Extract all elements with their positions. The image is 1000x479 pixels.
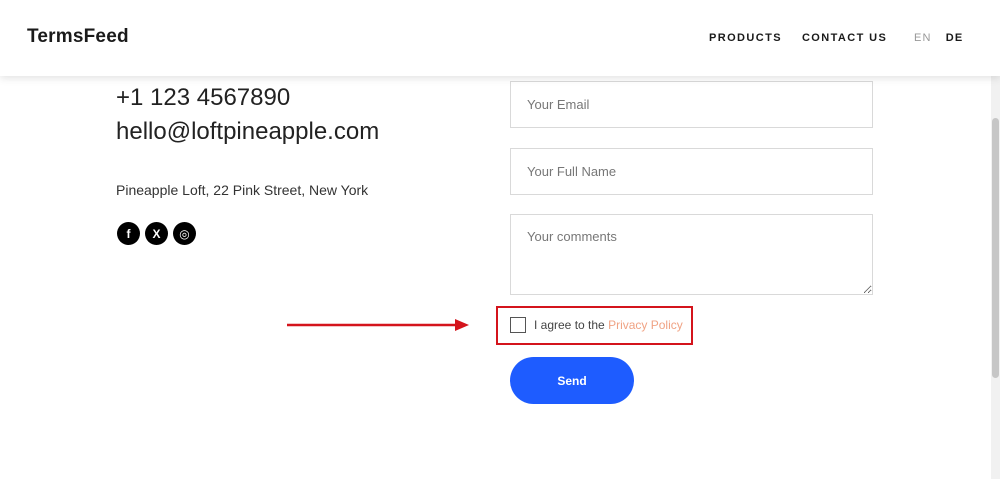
contact-phone: +1 123 4567890 [116,84,291,111]
privacy-policy-link[interactable]: Privacy Policy [608,318,683,332]
scrollbar-thumb[interactable] [992,118,999,378]
facebook-icon[interactable]: f [117,222,140,245]
full-name-input[interactable] [510,148,873,195]
lang-de[interactable]: DE [946,32,964,44]
x-icon[interactable]: X [145,222,168,245]
logo[interactable]: TermsFeed [27,26,129,48]
site-header: TermsFeed PRODUCTS CONTACT US EN DE [0,0,1000,76]
instagram-icon[interactable]: ◎ [173,222,196,245]
contact-address: Pineapple Loft, 22 Pink Street, New York [116,182,369,198]
nav-contact-us[interactable]: CONTACT US [802,32,887,44]
comments-textarea[interactable] [510,214,873,295]
social-links: f X ◎ [117,222,201,245]
email-input[interactable] [510,81,873,128]
contact-email: hello@loftpineapple.com [116,118,380,145]
agree-label: I agree to the Privacy Policy [534,318,683,332]
privacy-checkbox[interactable] [510,317,526,333]
red-arrow-annotation [287,319,469,331]
language-switcher: EN DE [914,32,963,44]
agree-prefix: I agree to the [534,318,609,332]
send-button[interactable]: Send [510,357,634,404]
lang-en[interactable]: EN [914,32,932,44]
main-nav: PRODUCTS CONTACT US [709,32,907,44]
nav-products[interactable]: PRODUCTS [709,32,782,44]
